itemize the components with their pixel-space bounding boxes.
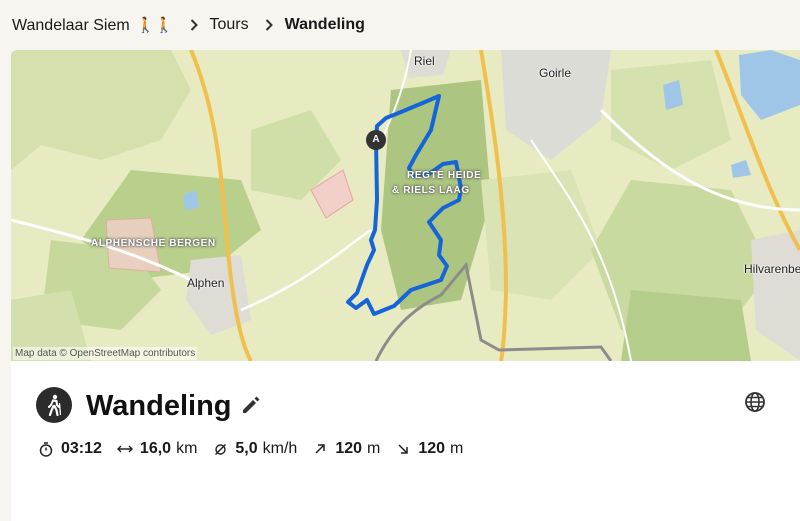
chevron-right-icon	[190, 19, 198, 31]
stopwatch-icon	[37, 441, 55, 457]
tour-title: Wandeling	[86, 390, 232, 422]
arrows-horizontal-icon	[116, 444, 134, 454]
walking-person-emoji: 🚶🚶	[136, 16, 174, 34]
stat-speed-value: 5,0	[235, 440, 258, 457]
stat-duration: 03:12	[37, 440, 102, 458]
map-label-goirle: Goirle	[539, 66, 572, 80]
stat-speed-unit: km/h	[262, 440, 298, 457]
route-start-marker[interactable]: A	[371, 134, 381, 146]
breadcrumb-tours-link[interactable]: Tours	[210, 16, 249, 34]
tour-stats: 03:12 16,0 km 5,0 km/h 120 m 120 m	[37, 437, 477, 461]
map-label-alphen: Alphen	[187, 276, 225, 290]
breadcrumb-user-link[interactable]: Wandelaar Siem 🚶🚶	[12, 16, 174, 35]
breadcrumb: Wandelaar Siem 🚶🚶 Tours Wandeling	[0, 0, 800, 50]
pencil-icon[interactable]	[240, 394, 262, 421]
tour-info: Wandeling 03:12 16,0 km 5,0 km/h 120 m 1…	[11, 361, 800, 521]
stat-ascent: 120 m	[311, 440, 380, 458]
stat-distance: 16,0 km	[116, 440, 197, 458]
arrow-up-right-icon	[311, 443, 329, 455]
breadcrumb-current: Wandeling	[284, 16, 365, 33]
map-attribution: Map data © OpenStreetMap contributors	[13, 347, 198, 360]
map-canvas	[11, 50, 800, 361]
stat-descent-value: 120	[418, 440, 446, 457]
map-label-riels-laag: & RIELS LAAG	[392, 185, 470, 196]
average-icon	[211, 443, 229, 456]
arrow-down-right-icon	[394, 443, 412, 455]
stat-descent-unit: m	[450, 440, 464, 457]
breadcrumb-user-name: Wandelaar Siem	[12, 16, 130, 34]
stat-ascent-unit: m	[367, 440, 381, 457]
stat-ascent-value: 120	[335, 440, 363, 457]
stat-distance-unit: km	[176, 440, 198, 457]
stat-distance-value: 16,0	[139, 440, 172, 457]
globe-icon[interactable]	[744, 391, 766, 418]
stat-speed: 5,0 km/h	[211, 440, 297, 458]
tour-card: Riel Goirle REGTE HEIDE & RIELS LAAG ALP…	[11, 50, 800, 521]
chevron-right-icon	[265, 19, 273, 31]
route-map[interactable]: Riel Goirle REGTE HEIDE & RIELS LAAG ALP…	[11, 50, 800, 361]
map-label-riel: Riel	[414, 54, 435, 68]
stat-duration-value: 03:12	[61, 440, 102, 457]
map-label-hilvarenbeek: Hilvarenbe	[744, 262, 800, 276]
map-label-alphensche-bergen: ALPHENSCHE BERGEN	[91, 238, 216, 249]
stat-descent: 120 m	[394, 440, 463, 458]
map-label-regte-heide: REGTE HEIDE	[407, 170, 482, 181]
hiking-icon[interactable]	[36, 387, 72, 423]
